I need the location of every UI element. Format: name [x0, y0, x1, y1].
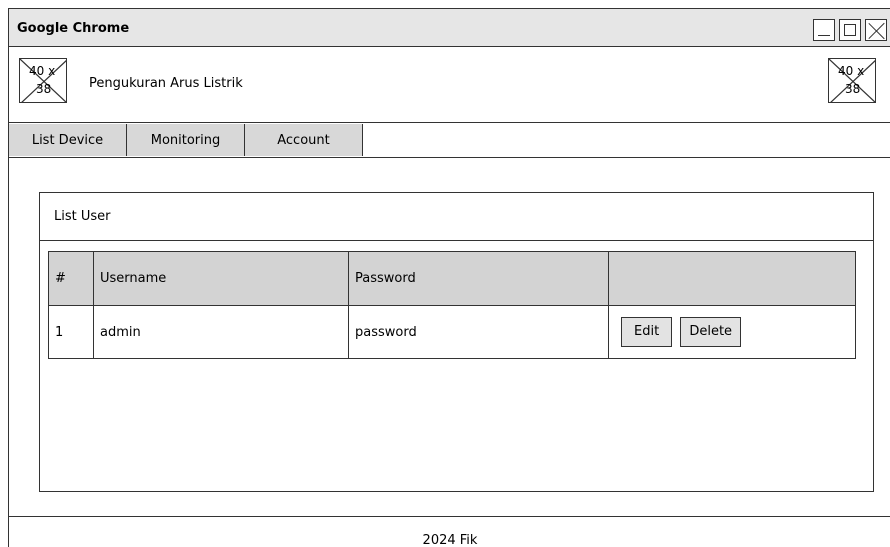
title-bar: Google Chrome — [9, 9, 890, 47]
panel-header: List User — [40, 193, 873, 241]
profile-image-placeholder-icon[interactable]: 40 x 38 — [828, 58, 876, 103]
panel-title: List User — [54, 209, 111, 224]
placeholder-size-bottom: 38 — [36, 82, 52, 96]
footer-text: 2024 Fik — [422, 533, 478, 547]
table-row: 1 admin password Edit Delete — [48, 305, 856, 359]
column-header-username: Username — [93, 251, 349, 306]
tab-list-device[interactable]: List Device — [9, 124, 127, 156]
placeholder-size-top: 40 x — [838, 64, 865, 78]
nav-tabs: List Device Monitoring Account — [9, 124, 890, 158]
edit-button[interactable]: Edit — [621, 317, 673, 347]
column-header-password: Password — [348, 251, 609, 306]
delete-button[interactable]: Delete — [680, 317, 742, 347]
placeholder-size-bottom: 38 — [845, 82, 861, 96]
window-title: Google Chrome — [17, 21, 130, 36]
minimize-icon[interactable] — [813, 19, 835, 41]
placeholder-size-top: 40 x — [29, 64, 56, 78]
close-icon[interactable] — [865, 19, 887, 41]
cell-password: password — [348, 305, 609, 359]
page-footer: 2024 Fik — [9, 516, 890, 547]
column-header-actions — [608, 251, 856, 306]
user-table: # Username Password 1 admin password Edi… — [48, 251, 856, 359]
app-header: 40 x 38 Pengukuran Arus Listrik 40 x 38 — [9, 48, 890, 123]
cell-number: 1 — [48, 305, 94, 359]
user-list-panel: List User # Username Password 1 admin pa… — [39, 192, 874, 492]
column-header-number: # — [48, 251, 94, 306]
table-header-row: # Username Password — [48, 251, 856, 306]
maximize-icon[interactable] — [839, 19, 861, 41]
cell-actions: Edit Delete — [608, 305, 856, 359]
app-title: Pengukuran Arus Listrik — [89, 76, 243, 91]
tab-monitoring[interactable]: Monitoring — [127, 124, 245, 156]
logo-image-placeholder-icon: 40 x 38 — [19, 58, 67, 103]
browser-window: Google Chrome 40 x 38 Pengukuran Arus Li… — [8, 8, 890, 547]
tab-account[interactable]: Account — [245, 124, 363, 156]
cell-username: admin — [93, 305, 349, 359]
